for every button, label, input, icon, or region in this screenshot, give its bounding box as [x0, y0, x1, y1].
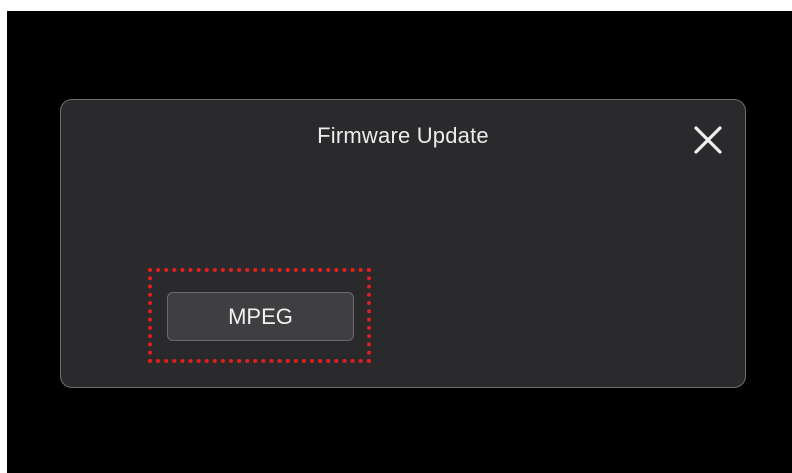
firmware-update-dialog: Firmware Update MPEG: [60, 99, 746, 388]
dialog-title: Firmware Update: [317, 123, 489, 148]
close-button[interactable]: [691, 123, 725, 157]
screen-background: Firmware Update MPEG: [7, 11, 792, 473]
mpeg-button[interactable]: MPEG: [167, 292, 354, 341]
close-icon: [694, 126, 722, 154]
